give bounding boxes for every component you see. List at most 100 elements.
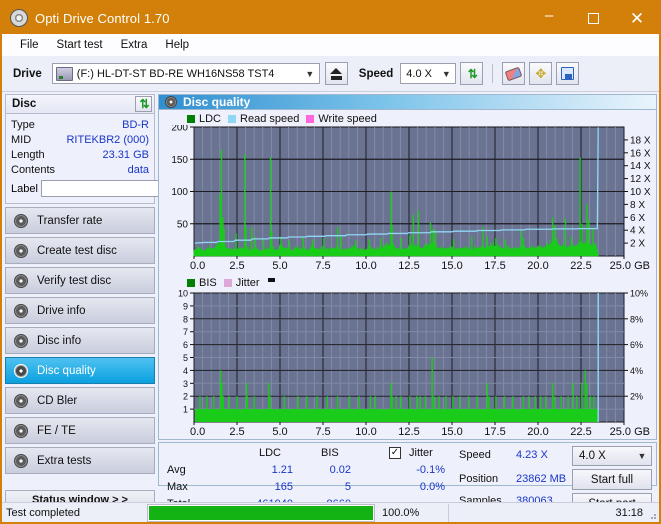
disc-icon [14, 243, 28, 258]
sidebar-item-cd-bler[interactable]: CD Bler [5, 387, 155, 414]
svg-text:10: 10 [178, 289, 188, 299]
ldc-chart-legend: LDC Read speed Write speed [159, 112, 656, 125]
svg-text:4%: 4% [630, 366, 643, 376]
charts-container: LDC Read speed Write speed 50 100 150 200 2 … [158, 109, 657, 440]
save-button[interactable] [556, 62, 580, 85]
disc-icon [14, 213, 28, 228]
menu-item-help[interactable]: Help [156, 37, 198, 53]
menu-item-extra[interactable]: Extra [112, 37, 157, 53]
status-bar: Test completed 100.0% 31:18 [2, 502, 659, 522]
svg-text:150: 150 [171, 155, 188, 166]
svg-text:14 X: 14 X [630, 161, 651, 172]
disc-icon [14, 273, 28, 288]
window-title: Opti Drive Control 1.70 [35, 10, 170, 26]
speed-label: Speed [358, 67, 394, 80]
elapsed-time: 31:18 [615, 506, 643, 519]
disc-icon [14, 453, 28, 468]
svg-text:200: 200 [171, 125, 188, 134]
svg-text:8%: 8% [630, 314, 643, 324]
disc-info-key: Length [11, 148, 45, 161]
drive-icon [55, 66, 73, 81]
svg-text:10%: 10% [630, 289, 648, 299]
svg-text:8: 8 [183, 314, 188, 324]
maximize-button[interactable] [571, 2, 615, 34]
svg-text:4 X: 4 X [630, 226, 645, 237]
speed-select[interactable]: 4.0 X ▼ [400, 63, 457, 84]
eject-button[interactable] [324, 62, 348, 85]
minimize-button[interactable]: – [527, 2, 571, 34]
bis-chart[interactable]: 1 2 3 4 5 6 7 8 9 10 2% 4% 6% 8% 10% 0.0 2.5 5.0 7.5 10.0 12… [159, 289, 656, 439]
legend-label-read-speed: Read speed [240, 112, 300, 125]
stats-panel: LDC BIS ✓ Jitter Avg 1.21 0.02 -0.1% Max… [158, 442, 657, 514]
speed-stat-label: Speed [459, 449, 491, 461]
settings-button[interactable]: ✥ [529, 62, 553, 85]
sidebar-item-transfer-rate[interactable]: Transfer rate [5, 207, 155, 234]
svg-text:2: 2 [183, 392, 188, 402]
svg-text:12.5: 12.5 [398, 426, 419, 438]
svg-text:8 X: 8 X [630, 200, 645, 211]
disc-info-row-contents: Contents data [11, 162, 149, 177]
start-full-button[interactable]: Start full [572, 469, 652, 490]
disc-refresh-button[interactable]: ⇅ [135, 96, 152, 112]
menu-item-file[interactable]: File [11, 37, 48, 53]
disc-info-key: Contents [11, 163, 56, 176]
svg-text:0.0: 0.0 [190, 426, 205, 438]
erase-button[interactable] [502, 62, 526, 85]
jitter-checkbox[interactable]: ✓ [389, 447, 401, 459]
disc-quality-icon [165, 96, 177, 108]
svg-text:50: 50 [177, 219, 189, 230]
sidebar-item-verify-test-disc[interactable]: Verify test disc [5, 267, 155, 294]
disc-label-row: Label [11, 179, 242, 198]
test-speed-select[interactable]: 4.0 X ▼ [572, 446, 652, 466]
sidebar-item-label: Disc info [37, 334, 82, 347]
close-button[interactable]: ✕ [615, 2, 659, 34]
svg-text:9: 9 [183, 301, 188, 311]
menu-item-start-test[interactable]: Start test [48, 37, 112, 53]
drive-select[interactable]: (F:) HL-DT-ST BD-RE WH16NS58 TST4 ▼ [51, 63, 320, 84]
chevron-down-icon: ▼ [305, 68, 315, 79]
jitter-scale-marker-icon [267, 277, 275, 282]
stats-max-ldc: 165 [274, 481, 293, 493]
stats-avg-ldc: 1.21 [271, 464, 293, 476]
svg-text:25.0 GB: 25.0 GB [610, 426, 650, 438]
speed-stat-value: 4.23 X [516, 449, 548, 461]
speed-select-value: 4.0 X [406, 67, 432, 80]
svg-text:5: 5 [183, 353, 188, 363]
svg-text:7.5: 7.5 [315, 260, 330, 272]
legend-swatch-write-speed [306, 114, 315, 123]
sidebar-item-fe-te[interactable]: FE / TE [5, 417, 155, 444]
sidebar-item-disc-quality[interactable]: Disc quality [5, 357, 155, 384]
page-title: Disc quality [183, 95, 251, 109]
sidebar-item-create-test-disc[interactable]: Create test disc [5, 237, 155, 264]
ldc-chart[interactable]: 50 100 150 200 2 X 4 X 6 X 8 X 10 X 12 X 14 X 16 X 1… [159, 125, 656, 273]
svg-text:100: 100 [171, 187, 188, 198]
legend-swatch-read-speed [228, 114, 237, 123]
sidebar-item-label: Drive info [37, 304, 86, 317]
sidebar-item-label: Extra tests [37, 454, 92, 467]
sidebar-item-disc-info[interactable]: Disc info [5, 327, 155, 354]
svg-text:12 X: 12 X [630, 174, 651, 185]
sidebar-item-extra-tests[interactable]: Extra tests [5, 447, 155, 474]
stats-avg-bis: 0.02 [329, 464, 351, 476]
svg-text:15.0: 15.0 [441, 426, 462, 438]
app-disc-icon [10, 9, 28, 27]
svg-text:10.0: 10.0 [355, 426, 376, 438]
toolbar-separator [492, 64, 494, 83]
chevron-down-icon: ▼ [441, 68, 451, 79]
legend-label-ldc: LDC [199, 112, 222, 125]
sidebar-item-drive-info[interactable]: Drive info [5, 297, 155, 324]
legend-swatch-ldc [187, 114, 195, 123]
refresh-button[interactable]: ⇅ [460, 62, 484, 85]
resize-grip-icon[interactable] [647, 510, 657, 520]
svg-text:16 X: 16 X [630, 148, 651, 159]
disc-icon [14, 333, 28, 348]
svg-text:15.0: 15.0 [441, 260, 462, 272]
disc-info-key: Type [11, 118, 35, 131]
sidebar-item-label: Verify test disc [37, 274, 112, 287]
disc-panel-header: Disc ⇅ [5, 94, 155, 113]
app-window: Opti Drive Control 1.70 – ✕ File Start t… [0, 0, 661, 524]
jitter-label: Jitter [409, 447, 433, 459]
disc-info-value: 23.31 GB [102, 148, 149, 161]
sidebar-item-label: Transfer rate [37, 214, 103, 227]
stats-row-label-avg: Avg [167, 464, 186, 476]
